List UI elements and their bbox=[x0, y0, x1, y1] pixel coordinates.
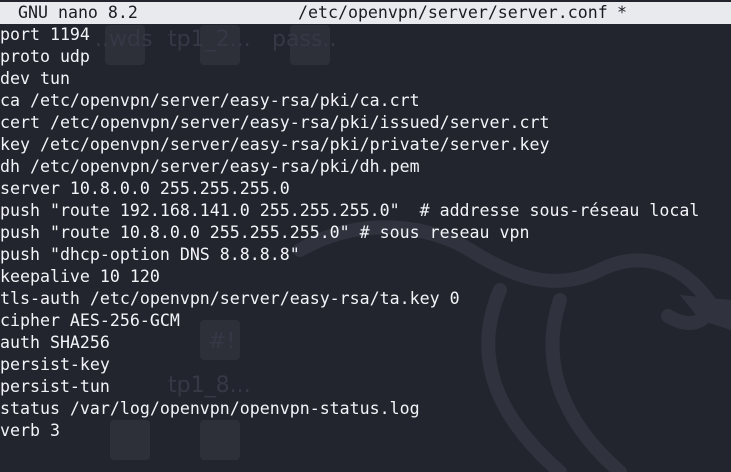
editor-buffer[interactable]: port 1194 proto udp dev tun ca /etc/open… bbox=[0, 24, 699, 442]
config-line[interactable]: push "dhcp-option DNS 8.8.8.8" bbox=[0, 244, 699, 266]
config-line[interactable]: dev tun bbox=[0, 68, 699, 90]
config-line[interactable]: auth SHA256 bbox=[0, 332, 699, 354]
config-line[interactable]: cert /etc/openvpn/server/easy-rsa/pki/is… bbox=[0, 112, 699, 134]
config-line[interactable]: server 10.8.0.0 255.255.255.0 bbox=[0, 178, 699, 200]
config-line[interactable]: proto udp bbox=[0, 46, 699, 68]
config-line[interactable]: push "route 192.168.141.0 255.255.255.0"… bbox=[0, 200, 699, 222]
config-line[interactable]: push "route 10.8.0.0 255.255.255.0" # so… bbox=[0, 222, 699, 244]
config-line[interactable]: tls-auth /etc/openvpn/server/easy-rsa/ta… bbox=[0, 288, 699, 310]
config-line[interactable]: persist-key bbox=[0, 354, 699, 376]
app-name: GNU nano 8.2 bbox=[18, 3, 138, 22]
config-line[interactable]: status /var/log/openvpn/openvpn-status.l… bbox=[0, 398, 699, 420]
config-line[interactable]: verb 3 bbox=[0, 420, 699, 442]
config-line[interactable]: persist-tun bbox=[0, 376, 699, 398]
config-line[interactable]: dh /etc/openvpn/server/easy-rsa/pki/dh.p… bbox=[0, 156, 699, 178]
file-path: /etc/openvpn/server/server.conf bbox=[298, 3, 608, 22]
config-line[interactable]: port 1194 bbox=[0, 24, 699, 46]
config-line[interactable]: cipher AES-256-GCM bbox=[0, 310, 699, 332]
config-line[interactable]: key /etc/openvpn/server/easy-rsa/pki/pri… bbox=[0, 134, 699, 156]
config-line[interactable]: keepalive 10 120 bbox=[0, 266, 699, 288]
modified-indicator: * bbox=[617, 3, 627, 22]
config-line[interactable]: ca /etc/openvpn/server/easy-rsa/pki/ca.c… bbox=[0, 90, 699, 112]
nano-title-bar: GNU nano 8.2 /etc/openvpn/server/server.… bbox=[0, 2, 731, 24]
